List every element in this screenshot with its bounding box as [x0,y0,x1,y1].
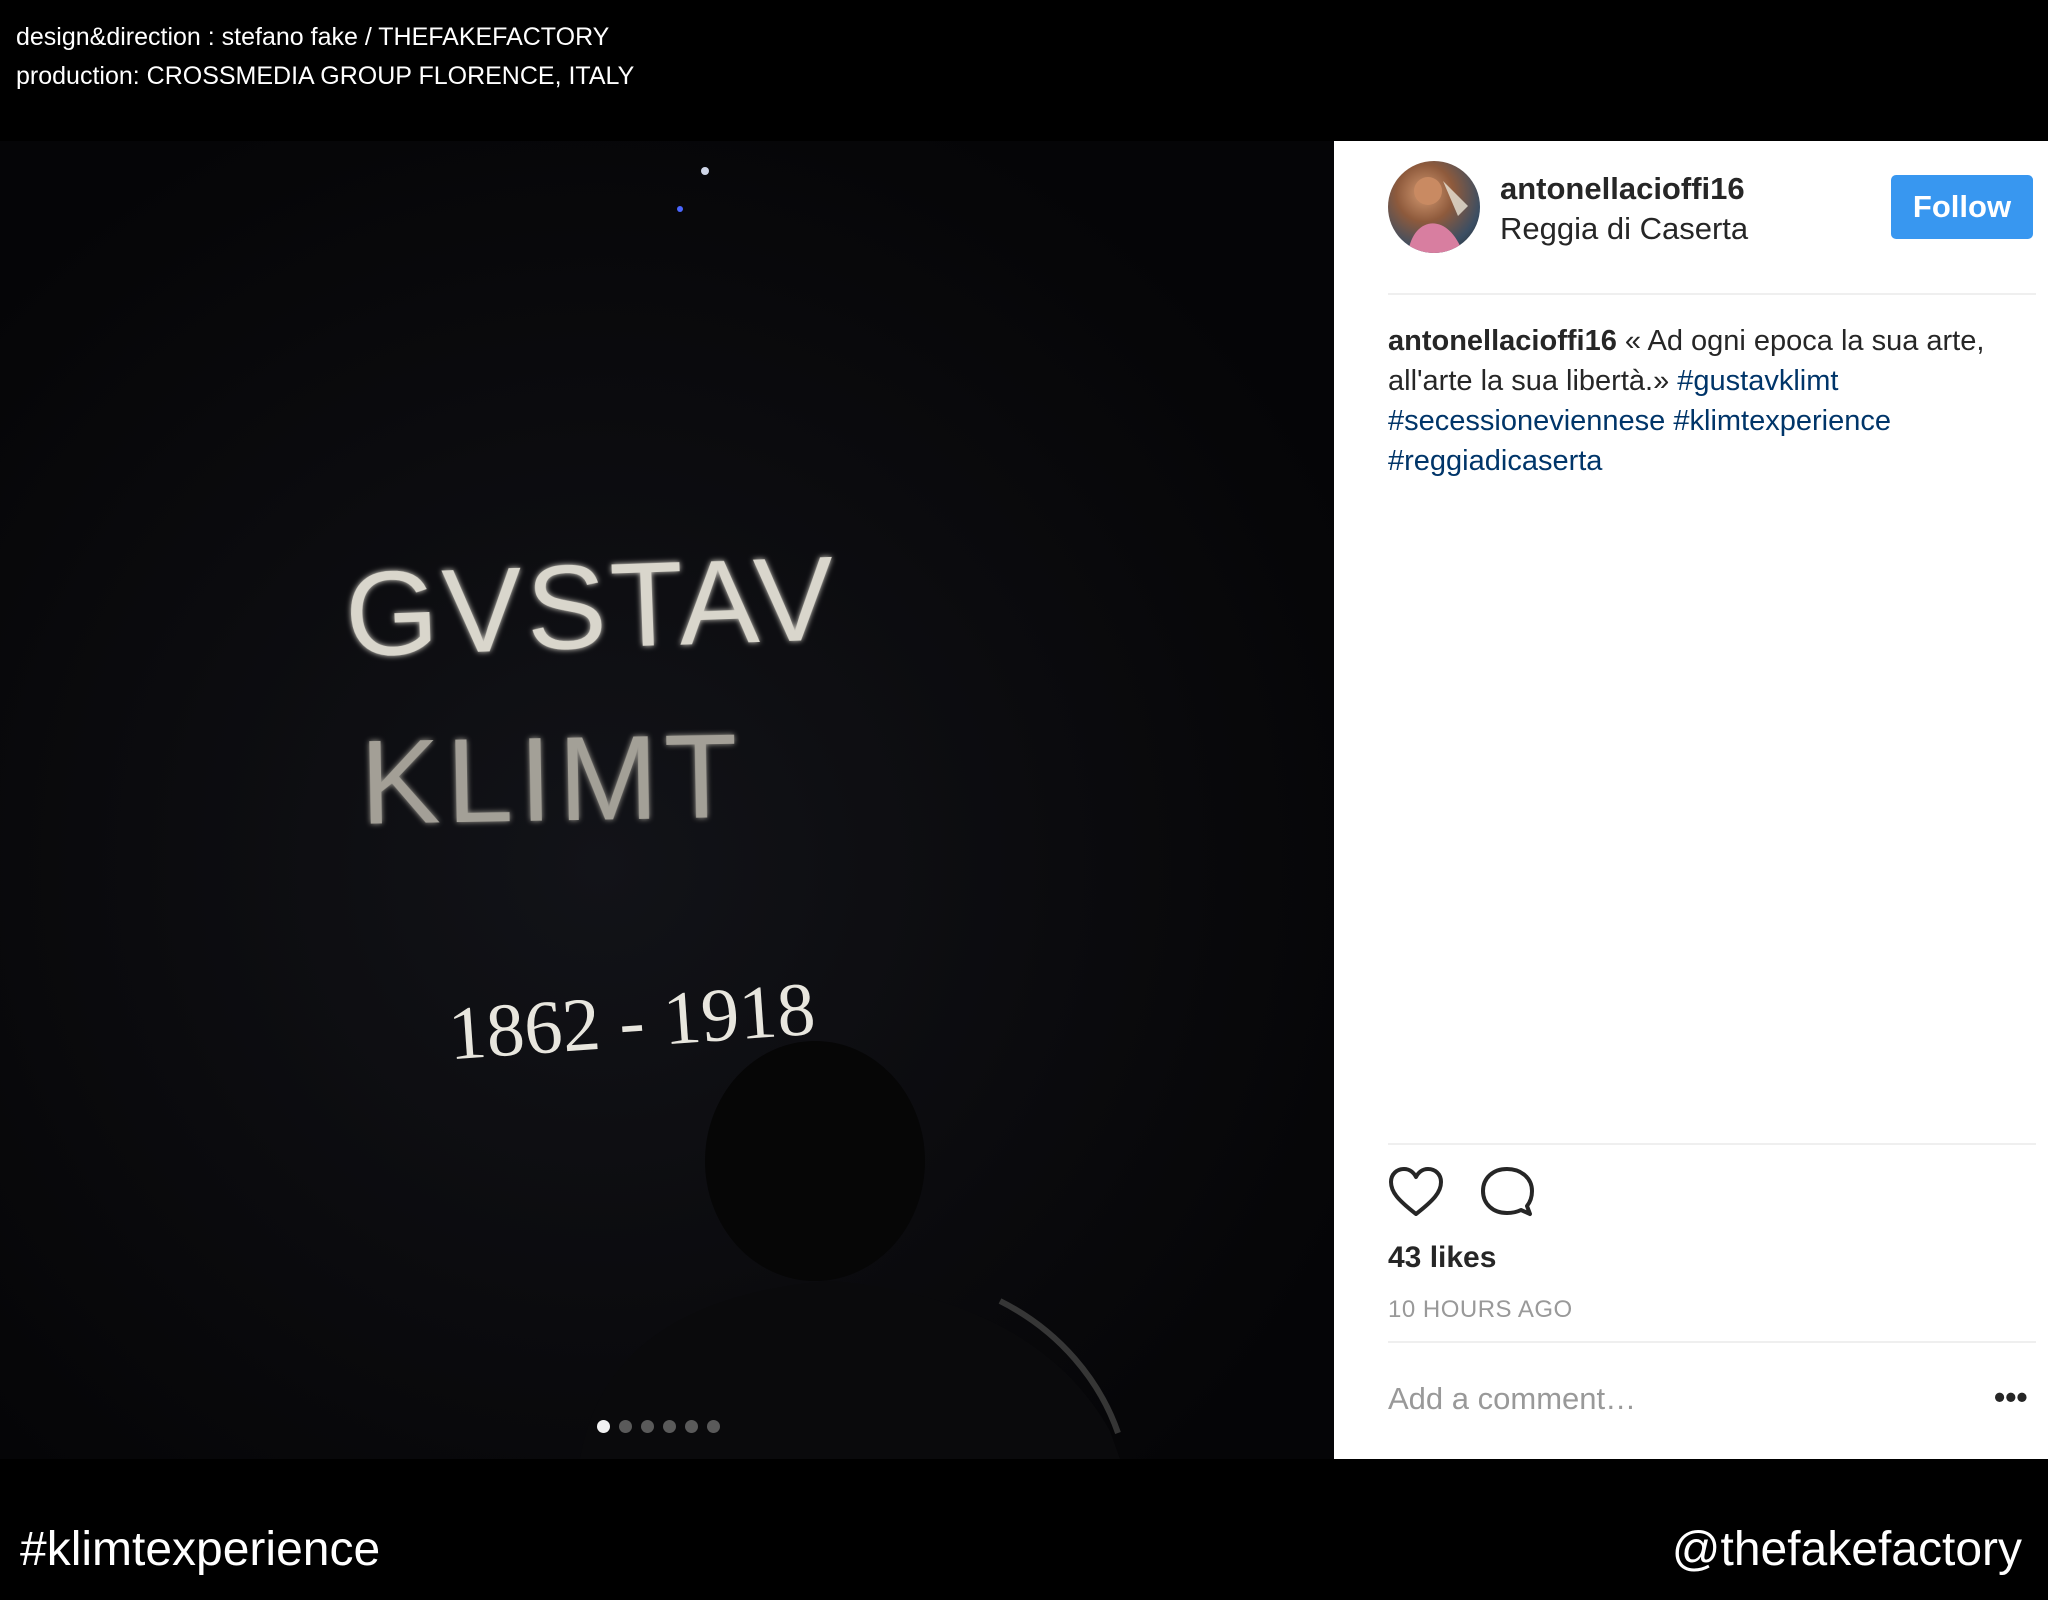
divider [1388,1143,2036,1145]
carousel-indicator [597,1420,720,1433]
credits-block: design&direction : stefano fake / THEFAK… [16,18,634,96]
carousel-dot[interactable] [641,1420,654,1433]
heart-icon[interactable] [1388,1166,1444,1223]
caption-username[interactable]: antonellacioffi16 [1388,325,1617,357]
post-timestamp: 10 HOURS AGO [1388,1296,1573,1323]
klimt-title-line1: GVSTAV [343,531,840,682]
post-username[interactable]: antonellacioffi16 [1500,171,1745,207]
credits-direction: design&direction : stefano fake / THEFAK… [16,23,610,51]
avatar[interactable] [1388,161,1480,253]
light-dot [701,167,709,175]
post-actions [1388,1166,1534,1223]
more-options-button[interactable]: ••• [1994,1379,2028,1416]
hashtag-link[interactable]: #klimtexperience [1673,405,1891,437]
carousel-dot[interactable] [597,1420,610,1433]
projection-artwork: GVSTAV KLIMT 1862 - 1918 [343,167,1121,1459]
comment-icon[interactable] [1480,1166,1534,1223]
hashtag-link[interactable]: #gustavklimt [1677,365,1838,397]
carousel-dot[interactable] [663,1420,676,1433]
post-location[interactable]: Reggia di Caserta [1500,211,1748,247]
follow-button[interactable]: Follow [1891,175,2033,239]
hashtag-link[interactable]: #reggiadicaserta [1388,445,1602,477]
post-sidebar: antonellacioffi16 Reggia di Caserta Foll… [1334,141,2048,1459]
likes-count[interactable]: 43 likes [1388,1241,1496,1275]
post-caption: antonellacioffi16 « Ad ogni epoca la sua… [1388,321,2008,481]
carousel-dot[interactable] [619,1420,632,1433]
silhouette-head [705,1041,925,1281]
divider [1388,1341,2036,1343]
hashtag-link[interactable]: #secessioneviennese [1388,405,1665,437]
divider [1388,293,2036,295]
carousel-dot[interactable] [707,1420,720,1433]
post-photo[interactable]: GVSTAV KLIMT 1862 - 1918 [0,141,1334,1459]
footer-hashtag: #klimtexperience [20,1523,381,1576]
klimt-title-line2: KLIMT [359,709,745,850]
credits-production: production: CROSSMEDIA GROUP FLORENCE, I… [16,62,635,90]
comment-input[interactable]: Add a comment… [1388,1381,1636,1417]
light-dot-blue [677,206,683,212]
footer-handle: @thefakefactory [1671,1523,2022,1576]
carousel-dot[interactable] [685,1420,698,1433]
